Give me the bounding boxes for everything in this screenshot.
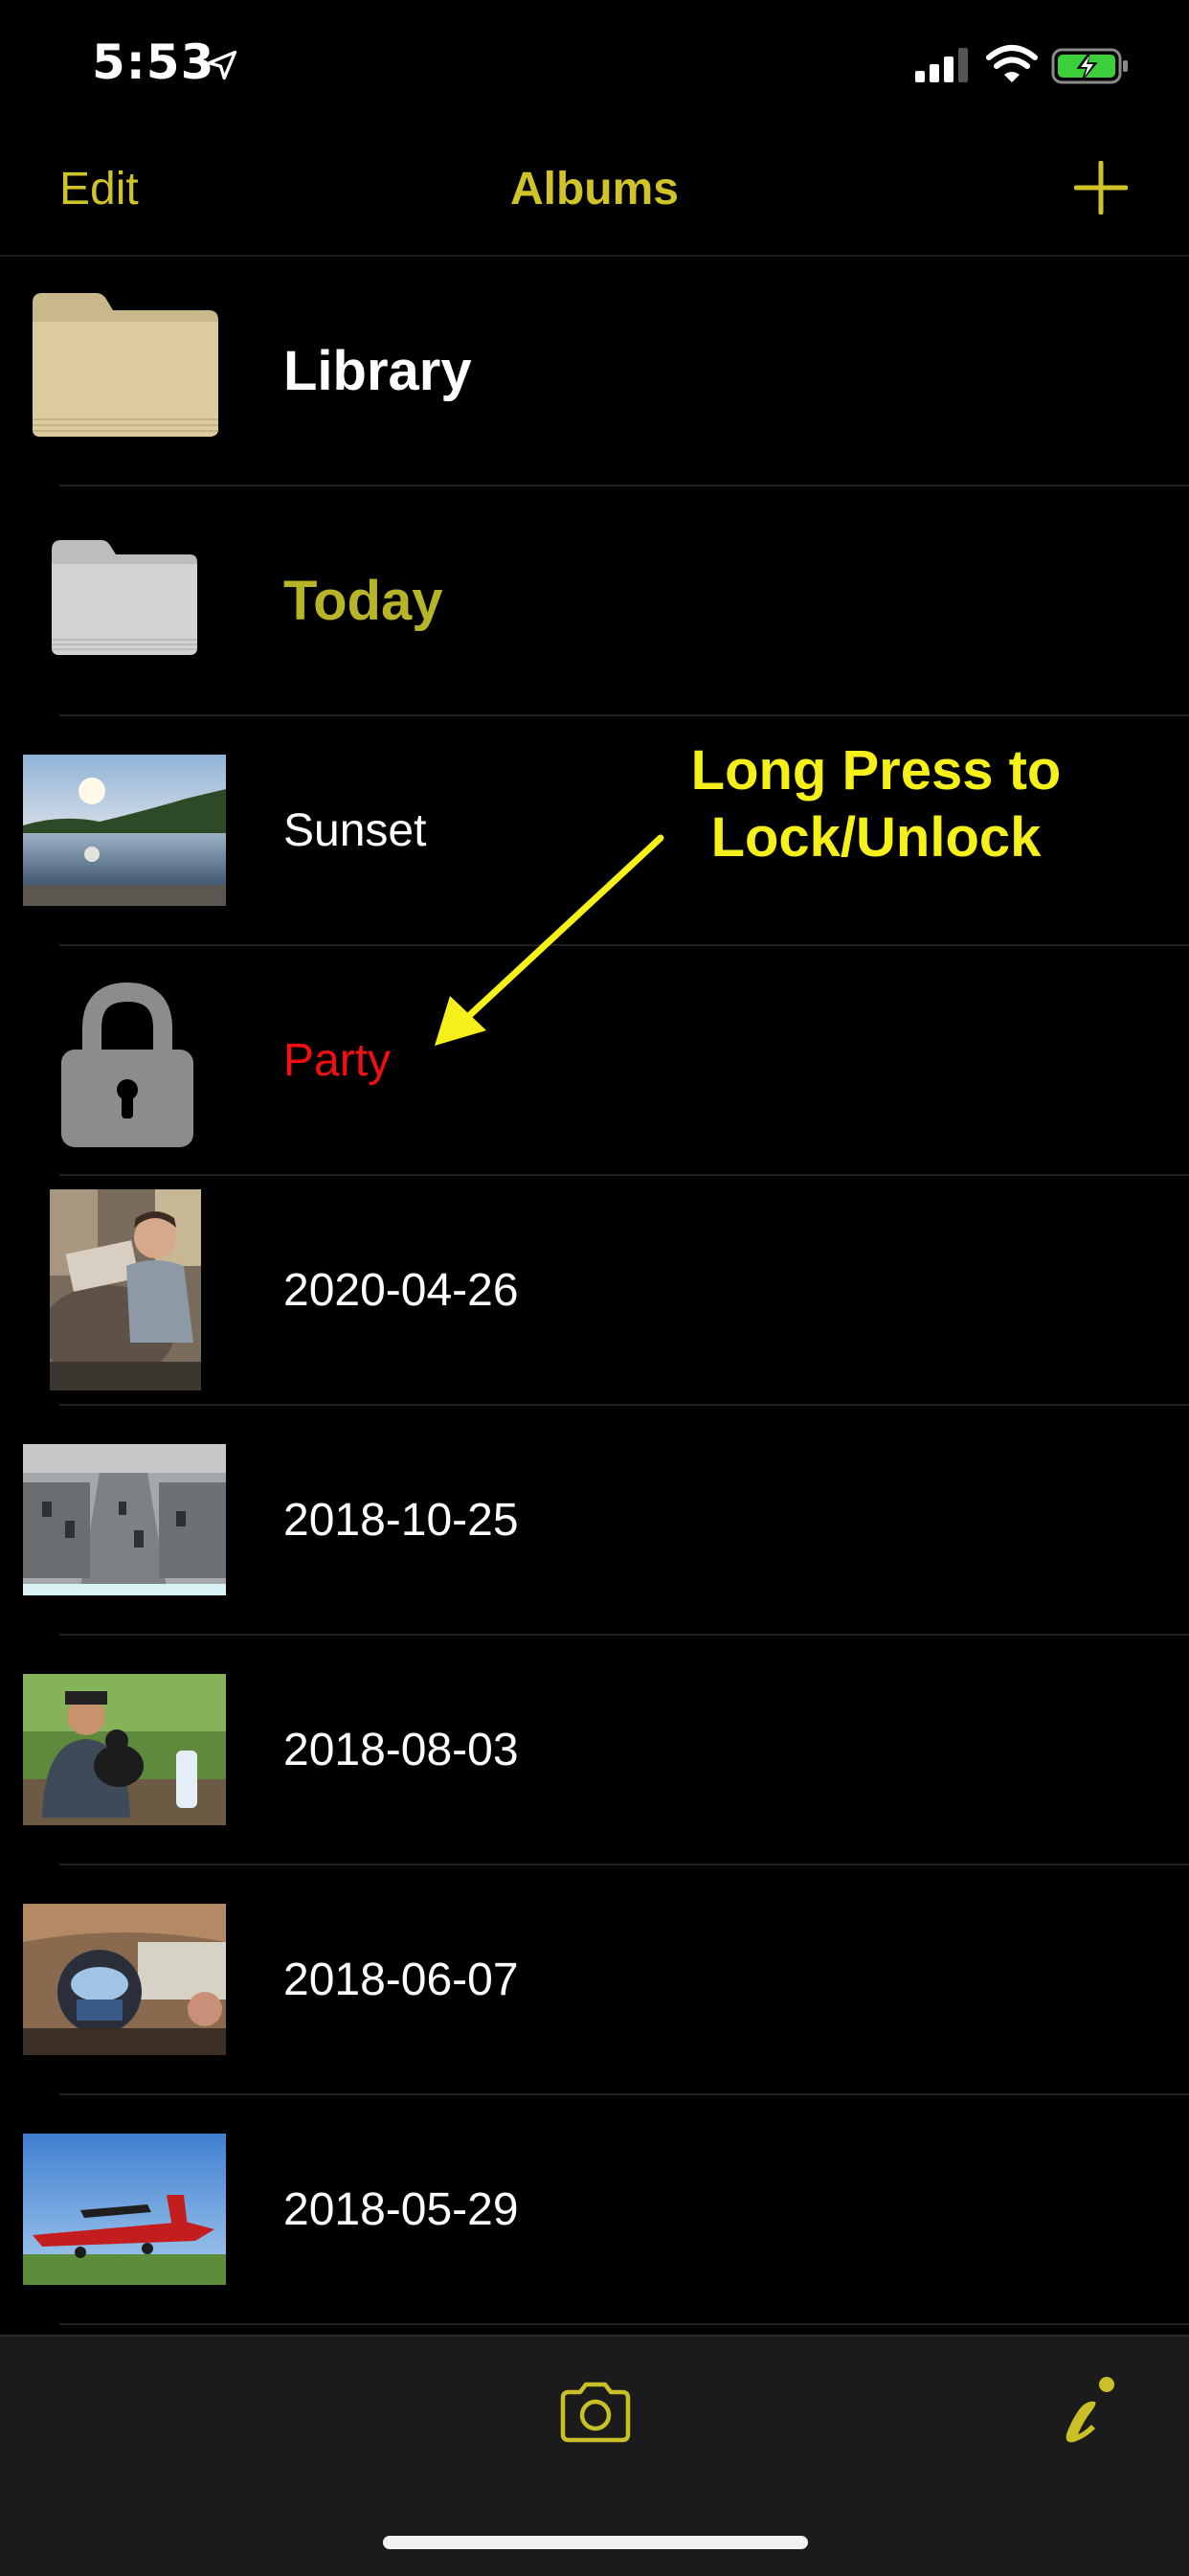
annotation-arrow-icon (435, 834, 664, 1046)
location-arrow-icon (207, 50, 237, 80)
annotation-line-1: Long Press to (690, 739, 1062, 802)
album-row-2018-06-07[interactable]: 2018-06-07 (0, 1865, 1189, 2095)
album-thumbnail-2018-10-25 (23, 1444, 226, 1595)
album-thumbnail-2018-08-03 (23, 1674, 226, 1825)
folder-icon (33, 293, 218, 437)
album-label: Today (283, 570, 443, 632)
album-label: 2018-05-29 (283, 2184, 519, 2235)
home-indicator[interactable] (383, 2536, 808, 2549)
album-row-library[interactable]: Library (0, 257, 1189, 486)
album-label: 2018-08-03 (283, 1725, 519, 1775)
lock-icon (61, 982, 193, 1147)
plus-icon[interactable] (1074, 161, 1128, 215)
album-thumbnail-sunset (23, 755, 226, 906)
album-label: 2018-06-07 (283, 1955, 519, 2005)
info-icon[interactable] (1057, 2375, 1124, 2448)
album-label: 2018-10-25 (283, 1495, 519, 1546)
navigation-bar: Edit Albums (0, 134, 1189, 257)
status-bar: 5:53 (0, 0, 1189, 134)
battery-charging-icon (1051, 48, 1128, 84)
album-row-2018-10-25[interactable]: 2018-10-25 (0, 1406, 1189, 1636)
status-time: 5:53 (92, 34, 215, 90)
page-title: Albums (509, 164, 679, 215)
album-label: Sunset (283, 805, 427, 856)
album-row-2018-08-03[interactable]: 2018-08-03 (0, 1636, 1189, 1865)
album-row-today[interactable]: Today (0, 486, 1189, 716)
edit-button[interactable]: Edit (59, 163, 139, 215)
camera-icon[interactable] (557, 2381, 634, 2444)
album-label: Party (283, 1035, 392, 1086)
album-row-2020-04-26[interactable]: 2020-04-26 (0, 1176, 1189, 1406)
divider (59, 2323, 1189, 2325)
album-thumbnail-2020-04-26 (50, 1189, 201, 1390)
album-label: Library (283, 340, 472, 402)
annotation-line-2: Lock/Unlock (710, 806, 1042, 869)
album-thumbnail-2018-06-07 (23, 1904, 226, 2055)
cellular-signal-icon (915, 48, 968, 82)
album-list: Library Today Sunset Party 2020-04-26 20… (0, 257, 1189, 2325)
album-row-2018-05-29[interactable]: 2018-05-29 (0, 2095, 1189, 2325)
wifi-icon (986, 45, 1038, 82)
folder-icon (52, 540, 197, 655)
annotation-callout: Long Press to Lock/Unlock (661, 737, 1091, 871)
album-thumbnail-2018-05-29 (23, 2134, 226, 2285)
album-label: 2020-04-26 (283, 1265, 519, 1316)
